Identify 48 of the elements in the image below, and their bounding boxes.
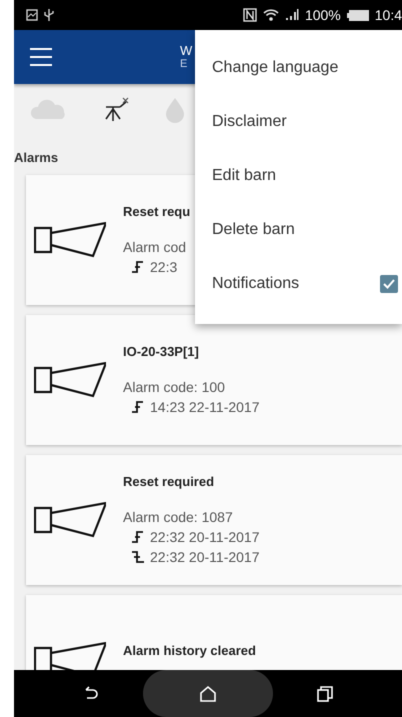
back-button[interactable] (83, 686, 99, 702)
clock-time: 10:4 (374, 7, 402, 23)
back-icon (83, 686, 99, 702)
menu-item-label: Disclaimer (212, 113, 287, 131)
horn-icon (34, 642, 106, 670)
menu-item[interactable]: Edit barn (195, 149, 402, 203)
alarm-card[interactable]: IO-20-33P[1] Alarm code: 100 14:23 22-11-2017 (26, 315, 402, 445)
check-icon (383, 279, 395, 289)
signal-icon (284, 9, 299, 21)
app-subtitle: E (180, 58, 188, 70)
home-icon (199, 684, 217, 702)
event-time: 22:3 (150, 258, 178, 276)
horn-icon (34, 362, 106, 398)
alarm-card[interactable]: Reset required Alarm code: 1087 22:32 20-11-2017 22:32 20-11-2017 (26, 455, 402, 585)
usb-icon (44, 8, 54, 22)
alarm-code: Alarm code: 100 (123, 378, 226, 394)
alarm-card[interactable]: Alarm history cleared (26, 595, 402, 670)
section-title: Alarms (14, 149, 58, 167)
notifications-checkbox[interactable] (380, 275, 398, 293)
horn-icon (34, 502, 106, 538)
event-time: 22:32 20-11-2017 (150, 548, 260, 566)
menu-item[interactable]: Notifications (195, 257, 402, 311)
recents-icon (317, 686, 333, 702)
menu-item-label: Edit barn (212, 167, 276, 185)
recents-button[interactable] (317, 686, 333, 702)
app-title: W (180, 44, 192, 58)
menu-item-label: Change language (212, 59, 338, 77)
nfc-icon (242, 8, 257, 22)
alarm-title: Alarm history cleared (123, 642, 256, 658)
event-time: 14:23 22-11-2017 (150, 398, 260, 416)
event-time: 22:32 20-11-2017 (150, 528, 260, 546)
alarm-code: Alarm cod (123, 238, 188, 254)
battery-percent: 100% (304, 7, 341, 23)
menu-item-label: Notifications (212, 275, 300, 293)
alarm-title: IO-20-33P[1] (123, 344, 200, 358)
menu-item[interactable]: Disclaimer (195, 95, 402, 149)
menu-item[interactable]: Change language (195, 41, 402, 95)
battery-icon (346, 10, 369, 20)
alarm-title: Reset requ (123, 204, 190, 218)
menu-button[interactable] (30, 48, 52, 66)
menu-item[interactable]: Delete barn (195, 203, 402, 257)
alarm-title: Reset required (123, 474, 216, 488)
image-icon (26, 9, 38, 21)
horn-icon (34, 222, 106, 258)
wifi-icon (262, 8, 279, 22)
alarm-code: Alarm code: 1087 (123, 508, 234, 524)
sprinkler-icon[interactable] (104, 97, 130, 123)
menu-item-label: Delete barn (212, 221, 295, 239)
